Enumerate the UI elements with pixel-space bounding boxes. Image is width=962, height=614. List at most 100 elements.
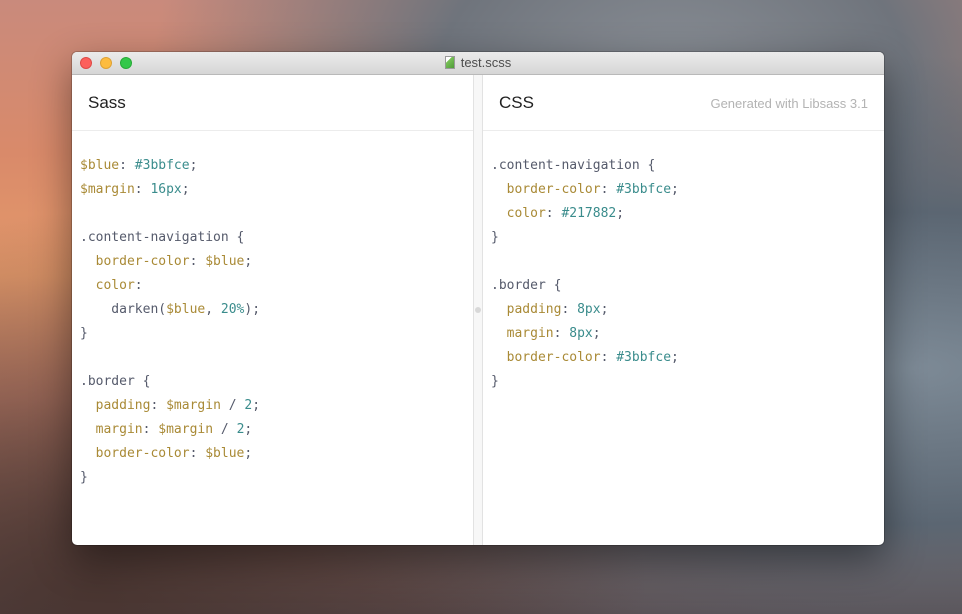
code-token-punct [491, 302, 507, 317]
window-title: test.scss [460, 55, 512, 70]
code-token-punct: ; [189, 158, 198, 173]
code-token-sel: } [80, 326, 88, 341]
code-token-sel: } [80, 470, 88, 485]
code-token-punct: darken( [80, 302, 167, 317]
css-pane: CSS Generated with Libsass 3.1 .content-… [483, 75, 884, 545]
css-code-output[interactable]: .content-navigation { border-color: #3bb… [491, 154, 679, 394]
code-token-sel: } [491, 230, 499, 245]
generator-note: Generated with Libsass 3.1 [710, 96, 868, 111]
code-token-punct: / [213, 422, 237, 437]
code-token-punct [80, 254, 96, 269]
splitter-handle-icon[interactable] [475, 307, 481, 313]
code-token-punct: ); [244, 302, 261, 317]
code-token-punct: , [205, 302, 221, 317]
title-bar[interactable]: test.scss [72, 52, 884, 75]
pane-splitter[interactable] [473, 75, 483, 545]
code-token-var: $blue [166, 302, 206, 317]
code-token-punct: ; [244, 254, 253, 269]
code-token-val: 20% [220, 302, 245, 317]
code-line: border-color: #3bbfce; [491, 178, 679, 202]
code-line: margin: $margin / 2; [80, 418, 260, 442]
code-line: .content-navigation { [80, 226, 260, 250]
code-token-punct: : [561, 302, 578, 317]
code-token-punct: : [150, 398, 167, 413]
code-token-punct [80, 398, 96, 413]
code-token-punct: / [220, 398, 245, 413]
code-line: .border { [80, 370, 260, 394]
code-token-punct: ; [592, 326, 601, 341]
code-token-var: $margin [158, 422, 214, 437]
code-token-punct: : [545, 206, 562, 221]
code-token-prop: color [95, 278, 135, 293]
sass-pane-header: Sass [72, 75, 473, 131]
code-token-val: #3bbfce [616, 350, 672, 365]
code-line: color: [80, 274, 260, 298]
css-pane-header: CSS Generated with Libsass 3.1 [483, 75, 884, 131]
code-token-punct: ; [252, 398, 261, 413]
code-token-punct [80, 422, 96, 437]
app-window: test.scss Sass $blue: #3bbfce; $margin: 1… [72, 52, 884, 545]
code-token-prop: border-color [95, 446, 190, 461]
editor-panes: Sass $blue: #3bbfce; $margin: 16px; .conte… [72, 75, 884, 545]
code-line: padding: 8px; [491, 298, 679, 322]
code-line: } [80, 466, 260, 490]
code-token-punct: : [553, 326, 570, 341]
sass-code-editor[interactable]: $blue: #3bbfce; $margin: 16px; .content-na… [80, 154, 260, 490]
code-token-punct [491, 326, 507, 341]
code-token-sel: .border { [80, 374, 151, 389]
code-token-val: #3bbfce [616, 182, 672, 197]
code-line: margin: 8px; [491, 322, 679, 346]
code-token-val: 8px [569, 326, 593, 341]
code-token-punct: : [600, 182, 617, 197]
code-token-var: $margin [166, 398, 221, 413]
code-line: .border { [491, 274, 679, 298]
code-line: } [491, 226, 679, 250]
code-line: $margin: 16px; [80, 178, 260, 202]
code-token-prop: margin [506, 326, 554, 341]
code-token-sel: } [491, 374, 499, 389]
code-line: border-color: #3bbfce; [491, 346, 679, 370]
code-token-var: $blue [80, 158, 120, 173]
code-token-punct: ; [244, 422, 253, 437]
code-token-val: 8px [577, 302, 601, 317]
css-pane-title: CSS [499, 93, 534, 112]
code-token-prop: border-color [506, 182, 601, 197]
code-token-val: 16px [150, 182, 182, 197]
code-token-var: $blue [205, 446, 245, 461]
code-token-punct: ; [671, 350, 679, 365]
sass-pane-title: Sass [88, 93, 126, 112]
code-token-punct: : [142, 422, 159, 437]
code-token-punct [80, 446, 96, 461]
code-line: border-color: $blue; [80, 442, 260, 466]
code-token-var: $margin [80, 182, 135, 197]
code-line: } [491, 370, 679, 394]
code-token-sel: .content-navigation { [80, 230, 245, 245]
code-token-punct: : [119, 158, 135, 173]
code-token-punct: : [134, 182, 151, 197]
code-token-prop: border-color [506, 350, 601, 365]
code-token-prop: margin [95, 422, 143, 437]
code-token-punct: : [134, 278, 143, 293]
code-token-punct [491, 182, 507, 197]
code-token-punct: ; [181, 182, 190, 197]
code-token-punct: : [189, 254, 206, 269]
code-token-punct: : [600, 350, 617, 365]
code-token-var: $blue [205, 254, 245, 269]
code-token-punct: ; [671, 182, 679, 197]
code-token-punct [491, 206, 507, 221]
sass-pane: Sass $blue: #3bbfce; $margin: 16px; .conte… [72, 75, 473, 545]
code-token-punct: : [189, 446, 206, 461]
window-title-group: test.scss [72, 55, 884, 70]
code-token-punct: ; [616, 206, 625, 221]
code-token-punct [80, 278, 96, 293]
code-token-val: #3bbfce [134, 158, 190, 173]
code-line: .content-navigation { [491, 154, 679, 178]
code-line: darken($blue, 20%); [80, 298, 260, 322]
code-token-punct: ; [600, 302, 609, 317]
code-line: $blue: #3bbfce; [80, 154, 260, 178]
code-token-sel: .content-navigation { [491, 158, 656, 173]
code-token-val: #217882 [561, 206, 617, 221]
code-token-prop: padding [95, 398, 151, 413]
code-token-prop: padding [506, 302, 562, 317]
